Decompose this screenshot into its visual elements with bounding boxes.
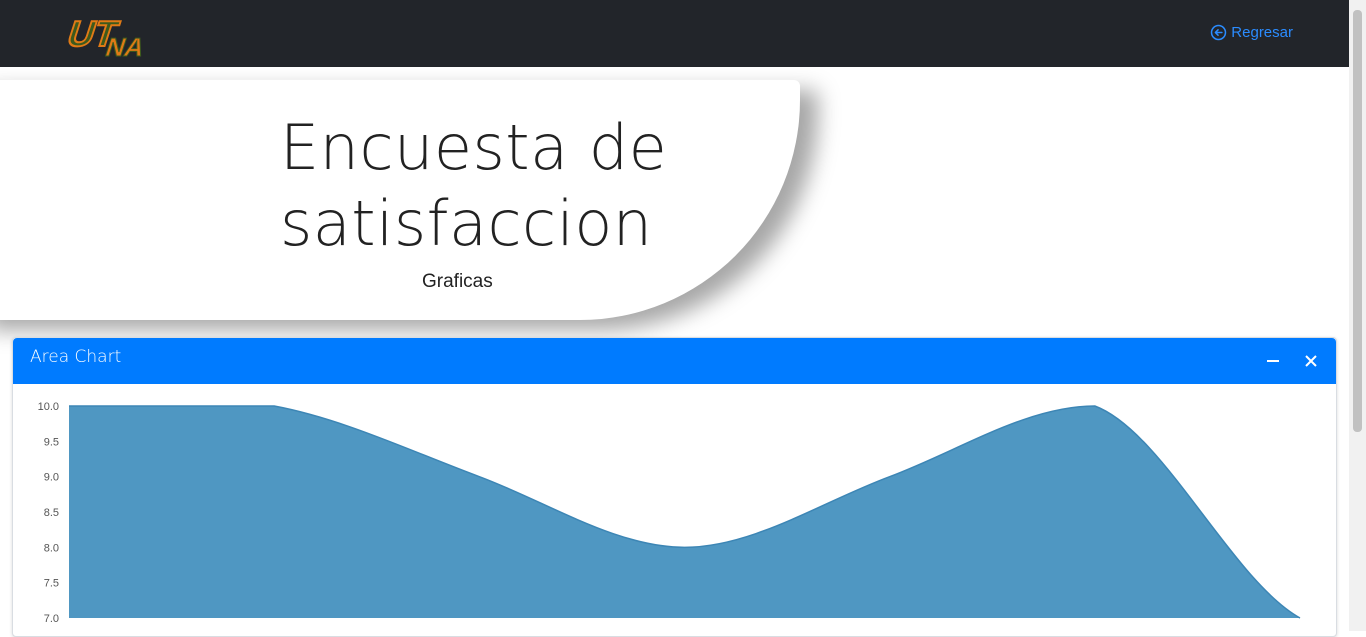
area-chart: 10.0 9.5 9.0 8.5 8.0 7.5 7.0 xyxy=(13,383,1336,631)
y-tick-label: 7.0 xyxy=(44,613,59,625)
minimize-button[interactable] xyxy=(1262,350,1284,372)
regresar-link[interactable]: Regresar xyxy=(1210,24,1293,41)
regresar-label: Regresar xyxy=(1231,24,1293,41)
y-tick-label: 8.0 xyxy=(44,542,59,554)
page-title: Encuesta de satisfaccion xyxy=(280,111,668,260)
y-tick-label: 10.0 xyxy=(38,401,59,413)
top-navbar: UT NA Regresar xyxy=(0,0,1349,67)
close-icon xyxy=(1305,355,1317,367)
page-scrollbar[interactable] xyxy=(1349,0,1366,631)
y-tick-label: 7.5 xyxy=(44,578,59,590)
y-tick-label: 8.5 xyxy=(44,507,59,519)
card-header: Area Chart xyxy=(13,338,1336,384)
card-title: Area Chart xyxy=(30,347,122,367)
close-button[interactable] xyxy=(1300,350,1322,372)
page-subtitle: Graficas xyxy=(422,271,493,292)
y-tick-label: 9.0 xyxy=(44,472,59,484)
arrow-circle-left-icon xyxy=(1211,24,1227,41)
utna-logo[interactable]: UT NA xyxy=(62,12,166,60)
area-series xyxy=(69,406,1300,618)
y-tick-label: 9.5 xyxy=(44,436,59,448)
scrollbar-thumb[interactable] xyxy=(1353,10,1362,432)
area-chart-svg: 10.0 9.5 9.0 8.5 8.0 7.5 7.0 xyxy=(38,401,1301,625)
minus-icon xyxy=(1267,360,1279,362)
